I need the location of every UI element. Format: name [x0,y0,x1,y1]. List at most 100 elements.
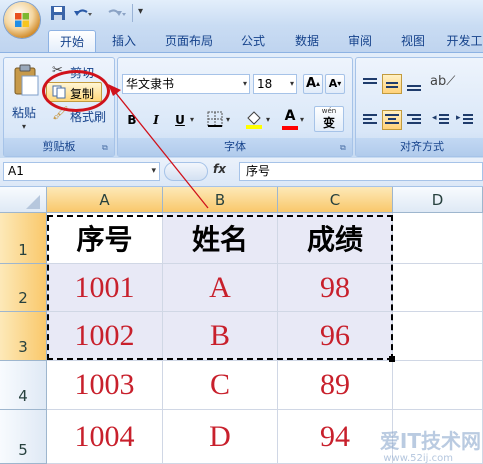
font-family-dropdown-icon[interactable]: ▾ [243,75,247,93]
phonetic-char: 变 [322,116,335,130]
align-center-button[interactable] [382,110,402,130]
cell-c3[interactable]: 96 [278,312,393,361]
orientation-icon: ab⟋ [430,74,456,89]
bold-button[interactable]: B [122,110,142,130]
name-box-dropdown-icon[interactable]: ▾ [151,163,156,180]
paste-button[interactable]: 粘贴 ▾ [10,62,42,134]
font-size-dropdown-icon[interactable]: ▾ [290,75,294,93]
tab-home[interactable]: 开始 [48,30,96,53]
column-header-c[interactable]: C [278,187,393,213]
grow-font-button[interactable]: A▴ [303,74,323,94]
clipboard-launcher-icon[interactable]: ⧉ [102,143,111,152]
shrink-arrow-icon: ▾ [337,79,342,88]
cell-a3[interactable]: 1002 [47,312,163,361]
row-header-4[interactable]: 4 [0,361,47,410]
underline-button[interactable]: U [170,110,190,130]
fill-color-dropdown-icon[interactable]: ▾ [266,115,270,124]
fill-handle[interactable] [389,356,395,362]
cell-text: 1001 [74,270,135,304]
font-size-value: 18 [257,77,273,91]
tab-page-layout[interactable]: 页面布局 [158,30,220,52]
borders-icon [207,111,223,127]
tab-data[interactable]: 数据 [287,30,327,52]
cell-text: 1002 [74,319,135,352]
cell-c5[interactable]: 94 [278,410,393,464]
borders-dropdown-icon[interactable]: ▾ [226,115,230,124]
font-size-select[interactable]: 18 ▾ [253,74,297,94]
row-header-1[interactable]: 1 [0,213,47,264]
column-header-d[interactable]: D [393,187,483,213]
cell-text: 96 [320,319,350,352]
office-button[interactable] [4,2,40,38]
cell-c4[interactable]: 89 [278,361,393,410]
phonetic-pinyin: wén [321,107,337,115]
shrink-font-button[interactable]: A▾ [325,74,345,94]
cell-text: 94 [320,419,350,453]
grow-arrow-icon: ▴ [316,79,321,88]
alignment-group: ab⟋ ◂ ▸ 对齐方式 [355,57,483,157]
save-icon[interactable] [50,5,66,21]
formula-bar-splitter[interactable] [164,162,208,181]
cell-b4[interactable]: C [163,361,278,410]
font-color-button[interactable]: A [280,108,300,130]
align-middle-button[interactable] [382,74,402,94]
copy-callout-circle [42,70,110,112]
cell-b5[interactable]: D [163,410,278,464]
fill-color-button[interactable] [244,110,266,132]
paste-label: 粘贴 [12,106,37,120]
insert-function-icon[interactable]: fx [213,162,226,176]
cell-c1[interactable]: 成绩 [278,213,393,264]
tab-developer[interactable]: 开发工 [446,30,483,52]
undo-icon[interactable] [72,5,92,21]
cell-text: 89 [320,368,350,401]
phonetic-button[interactable]: wén 变 [314,106,344,132]
cell-d4[interactable] [393,361,483,410]
align-left-button[interactable] [360,110,380,130]
font-family-select[interactable]: 华文隶书 ▾ [122,74,250,94]
select-all-corner[interactable] [0,187,47,213]
row-header-5[interactable]: 5 [0,410,47,464]
office-logo-icon [15,13,29,27]
font-color-swatch [282,126,298,130]
cell-d1[interactable] [393,213,483,264]
row-header-2[interactable]: 2 [0,264,47,312]
underline-dropdown-icon[interactable]: ▾ [190,115,194,124]
align-bottom-button[interactable] [404,74,424,94]
tab-view[interactable]: 视图 [393,30,433,52]
cell-c2[interactable]: 98 [278,264,393,312]
cell-b1[interactable]: 姓名 [163,213,278,264]
cell-b2[interactable]: A [163,264,278,312]
cell-a1[interactable]: 序号 [47,213,163,264]
cell-a5[interactable]: 1004 [47,410,163,464]
italic-button[interactable]: I [146,110,166,130]
cell-d3[interactable] [393,312,483,361]
increase-indent-button[interactable]: ▸ [456,110,476,130]
formula-bar: A1 ▾ fx 序号 [0,158,483,187]
cell-text: B [209,319,230,352]
cell-b3[interactable]: B [163,312,278,361]
font-group-label: 字体 [118,138,352,156]
decrease-indent-button[interactable]: ◂ [432,110,452,130]
row-header-3[interactable]: 3 [0,312,47,361]
align-right-button[interactable] [404,110,424,130]
cell-a4[interactable]: 1003 [47,361,163,410]
orientation-button[interactable]: ab⟋ [430,74,458,94]
tab-review[interactable]: 审阅 [340,30,380,52]
customize-toolbar-icon[interactable]: ▾ [138,6,143,22]
cell-text: A [209,270,231,304]
column-header-b[interactable]: B [163,187,278,213]
name-box[interactable]: A1 ▾ [3,162,160,181]
tab-insert[interactable]: 插入 [104,30,144,52]
cell-a2[interactable]: 1001 [47,264,163,312]
redo-icon[interactable] [104,5,126,21]
column-header-a[interactable]: A [47,187,163,213]
tab-formulas[interactable]: 公式 [233,30,273,52]
font-color-dropdown-icon[interactable]: ▾ [300,115,304,124]
align-top-button[interactable] [360,74,380,94]
formula-input[interactable]: 序号 [239,162,483,181]
borders-button[interactable] [206,110,226,130]
cell-d2[interactable] [393,264,483,312]
font-launcher-icon[interactable]: ⧉ [340,143,349,152]
cell-text: 序号 [76,223,133,256]
paste-dropdown-icon[interactable]: ▾ [22,122,26,131]
